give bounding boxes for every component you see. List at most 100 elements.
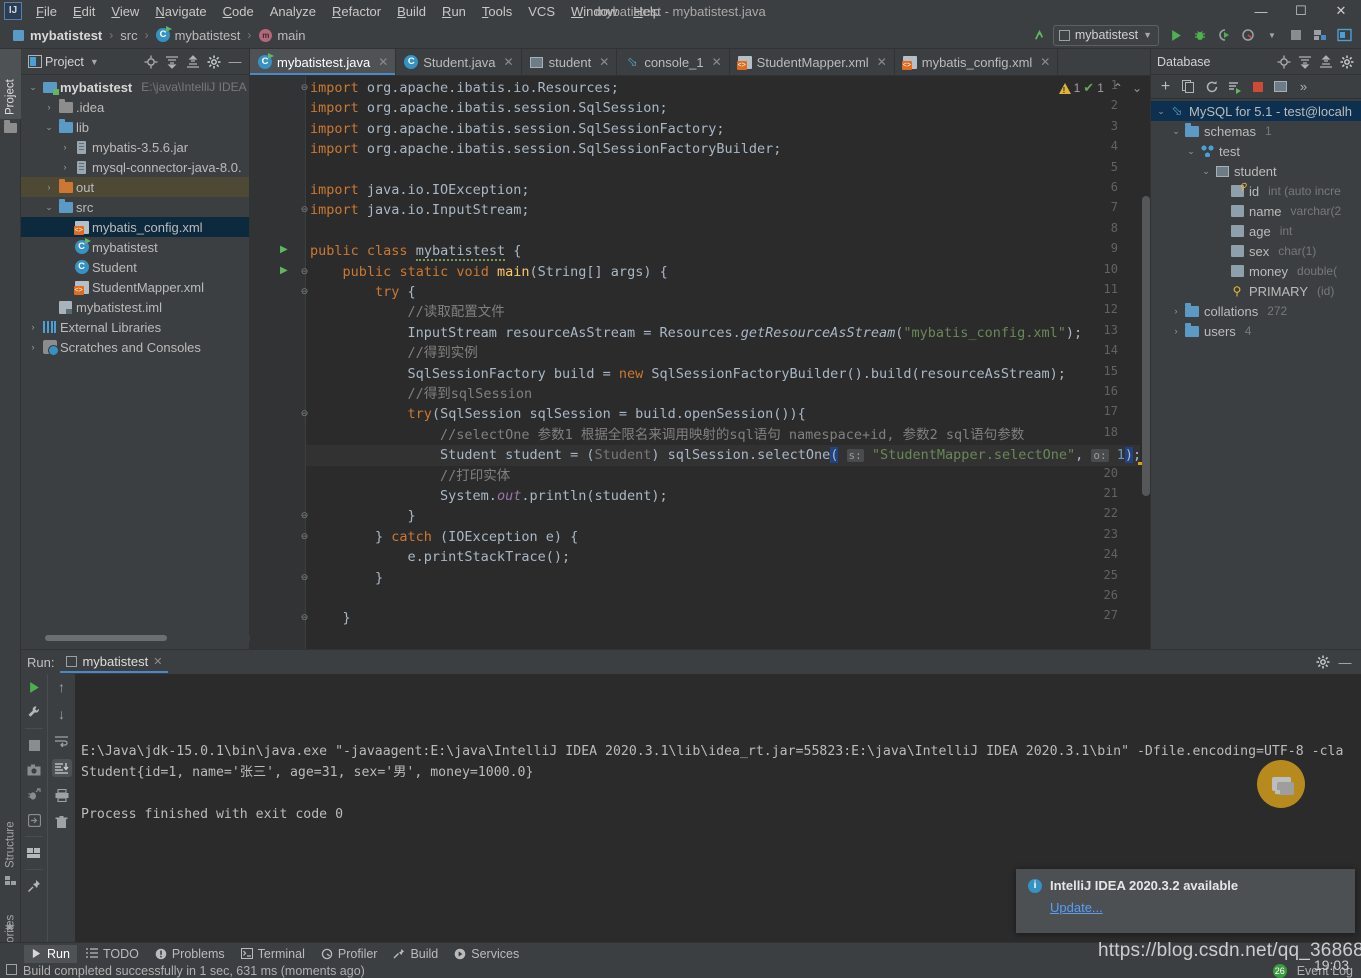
run-icon[interactable] (1165, 24, 1187, 46)
chevron-right-icon[interactable]: › (27, 322, 39, 332)
chevron-down-icon[interactable]: ⌄ (27, 82, 39, 93)
locate-icon[interactable] (141, 52, 161, 72)
rerun-icon[interactable] (24, 678, 44, 696)
breadcrumb-item-class[interactable]: C mybatistest (153, 26, 244, 44)
close-icon[interactable]: ✕ (599, 55, 609, 69)
menu-item-file[interactable]: File (28, 2, 65, 21)
update-project-icon[interactable] (1029, 24, 1051, 46)
code-line[interactable]: //得到实例 (310, 343, 478, 363)
minimize-icon[interactable]: — (1335, 652, 1355, 672)
chevron-right-icon[interactable]: › (1170, 306, 1182, 316)
close-icon[interactable]: ✕ (1040, 55, 1050, 69)
code-line[interactable]: import org.apache.ibatis.io.Resources; (310, 78, 619, 98)
code-line[interactable]: SqlSessionFactory build = new SqlSession… (310, 364, 1066, 384)
prev-problem-icon[interactable]: ⌃ (1113, 81, 1123, 95)
close-icon[interactable]: ✕ (378, 55, 388, 69)
add-icon[interactable]: + (1155, 77, 1176, 97)
chevron-down-icon[interactable]: ▼ (90, 57, 99, 67)
close-icon[interactable]: ✕ (712, 55, 722, 69)
scroll-to-end-icon[interactable] (51, 759, 72, 777)
code-line[interactable] (310, 160, 318, 180)
project-tree-item[interactable]: StudentMapper.xml (21, 277, 249, 297)
database-tree-item[interactable]: ⚲ PRIMARY (id) (1151, 281, 1361, 301)
code-editor[interactable]: 1⊖234567⊖89▶10⊖▶11⊖121314151617⊖18192021… (250, 76, 1150, 649)
database-tree-item[interactable]: sex char(1) (1151, 241, 1361, 261)
run-tab-mybatistest[interactable]: mybatistest ✕ (60, 652, 169, 673)
chevron-right-icon[interactable]: › (27, 342, 39, 352)
chevron-right-icon[interactable]: › (43, 182, 55, 192)
chevron-down-icon[interactable]: ⌄ (1185, 146, 1197, 157)
maximize-button[interactable]: ☐ (1281, 0, 1321, 22)
code-line[interactable]: try { (310, 282, 416, 302)
database-tree-item[interactable]: ⚲ id int (auto incre (1151, 181, 1361, 201)
collapse-all-icon[interactable] (183, 52, 203, 72)
chevron-down-icon[interactable]: ▼ (1261, 24, 1283, 46)
code-line[interactable]: import org.apache.ibatis.session.SqlSess… (310, 119, 725, 139)
rail-item-project[interactable]: Project (0, 49, 21, 119)
more-icon[interactable]: » (1293, 77, 1314, 97)
toolwindow-button-terminal[interactable]: Terminal (234, 945, 312, 963)
code-line[interactable] (310, 221, 318, 241)
breadcrumb-item-src[interactable]: src (117, 27, 140, 44)
editor-tab-mybatistest-java[interactable]: Cmybatistest.java ✕ (250, 49, 397, 75)
code-line[interactable]: } (310, 608, 351, 628)
run-gutter-icon[interactable]: ▶ (280, 265, 288, 276)
run-configuration-selector[interactable]: mybatistest ▼ (1052, 24, 1159, 46)
project-tree-item[interactable]: ⌄ mybatistest E:\java\IntelliJ IDEA (21, 77, 249, 97)
menu-item-edit[interactable]: Edit (65, 2, 103, 21)
project-tree-item[interactable]: mybatis_config.xml (21, 217, 249, 237)
code-line[interactable]: } (310, 568, 383, 588)
toolwindow-button-problems[interactable]: Problems (148, 945, 232, 963)
editor-tab-studentmapper-xml[interactable]: StudentMapper.xml ✕ (730, 49, 895, 75)
menu-item-vcs[interactable]: VCS (520, 2, 563, 21)
chevron-down-icon[interactable]: ⌄ (43, 202, 55, 213)
refresh-icon[interactable] (1201, 77, 1222, 97)
editor-vertical-scrollbar[interactable] (1142, 196, 1150, 496)
export-icon[interactable] (24, 811, 44, 829)
run-query-icon[interactable] (1224, 77, 1245, 97)
collapse-all-icon[interactable] (1316, 52, 1336, 72)
close-icon[interactable]: ✕ (504, 55, 514, 69)
toolwindow-button-profiler[interactable]: Profiler (314, 945, 385, 963)
menu-item-refactor[interactable]: Refactor (324, 2, 389, 21)
menu-item-build[interactable]: Build (389, 2, 434, 21)
database-tree-item[interactable]: ⌄ test (1151, 141, 1361, 161)
trash-icon[interactable] (52, 813, 72, 831)
layout-icon[interactable] (24, 844, 44, 862)
menu-item-code[interactable]: Code (215, 2, 262, 21)
menu-item-run[interactable]: Run (434, 2, 474, 21)
database-tree-item[interactable]: ⌄ ⬂ MySQL for 5.1 - test@localh (1151, 101, 1361, 121)
code-line[interactable]: InputStream resourceAsStream = Resources… (310, 323, 1083, 343)
code-line[interactable]: //读取配置文件 (310, 302, 505, 322)
database-tree-item[interactable]: ⌄ schemas 1 (1151, 121, 1361, 141)
editor-horizontal-scrollbar[interactable] (250, 641, 1300, 648)
debug-thread-icon[interactable] (24, 786, 44, 804)
settings-icon[interactable] (1337, 52, 1357, 72)
pin-icon[interactable] (24, 877, 44, 895)
editor-tab-console-1[interactable]: ⬂ console_1 ✕ (617, 49, 730, 75)
code-line[interactable]: //得到sqlSession (310, 384, 533, 404)
code-line[interactable] (310, 588, 318, 608)
menu-item-navigate[interactable]: Navigate (147, 2, 214, 21)
up-arrow-icon[interactable]: ↑ (52, 678, 72, 696)
minimize-button[interactable]: — (1241, 0, 1281, 22)
menu-item-window[interactable]: Window (563, 2, 625, 21)
database-tree-item[interactable]: › collations 272 (1151, 301, 1361, 321)
menu-item-tools[interactable]: Tools (474, 2, 520, 21)
table-icon[interactable] (1270, 77, 1291, 97)
menu-item-analyze[interactable]: Analyze (262, 2, 324, 21)
rail-item-structure[interactable]: Structure (0, 794, 21, 872)
toolwindow-button-run[interactable]: Run (24, 944, 77, 963)
source-code[interactable]: import org.apache.ibatis.io.Resources; im… (306, 76, 1150, 649)
toolwindow-button-build[interactable]: Build (386, 945, 445, 963)
chevron-right-icon[interactable]: › (1170, 326, 1182, 336)
project-tree-item[interactable]: mybatistest.iml (21, 297, 249, 317)
project-tree-item[interactable]: › mysql-connector-java-8.0. (21, 157, 249, 177)
project-tree-item[interactable]: ⌄ lib (21, 117, 249, 137)
project-tree-item[interactable]: C Student (21, 257, 249, 277)
code-line[interactable]: try(SqlSession sqlSession = build.openSe… (310, 404, 806, 424)
notification-update-link[interactable]: Update... (1050, 900, 1103, 915)
toolwindow-button-services[interactable]: Services (447, 945, 526, 963)
code-line[interactable]: Student student = (Student) sqlSession.s… (310, 445, 1141, 466)
notification-popup[interactable]: i IntelliJ IDEA 2020.3.2 available Updat… (1016, 869, 1355, 933)
